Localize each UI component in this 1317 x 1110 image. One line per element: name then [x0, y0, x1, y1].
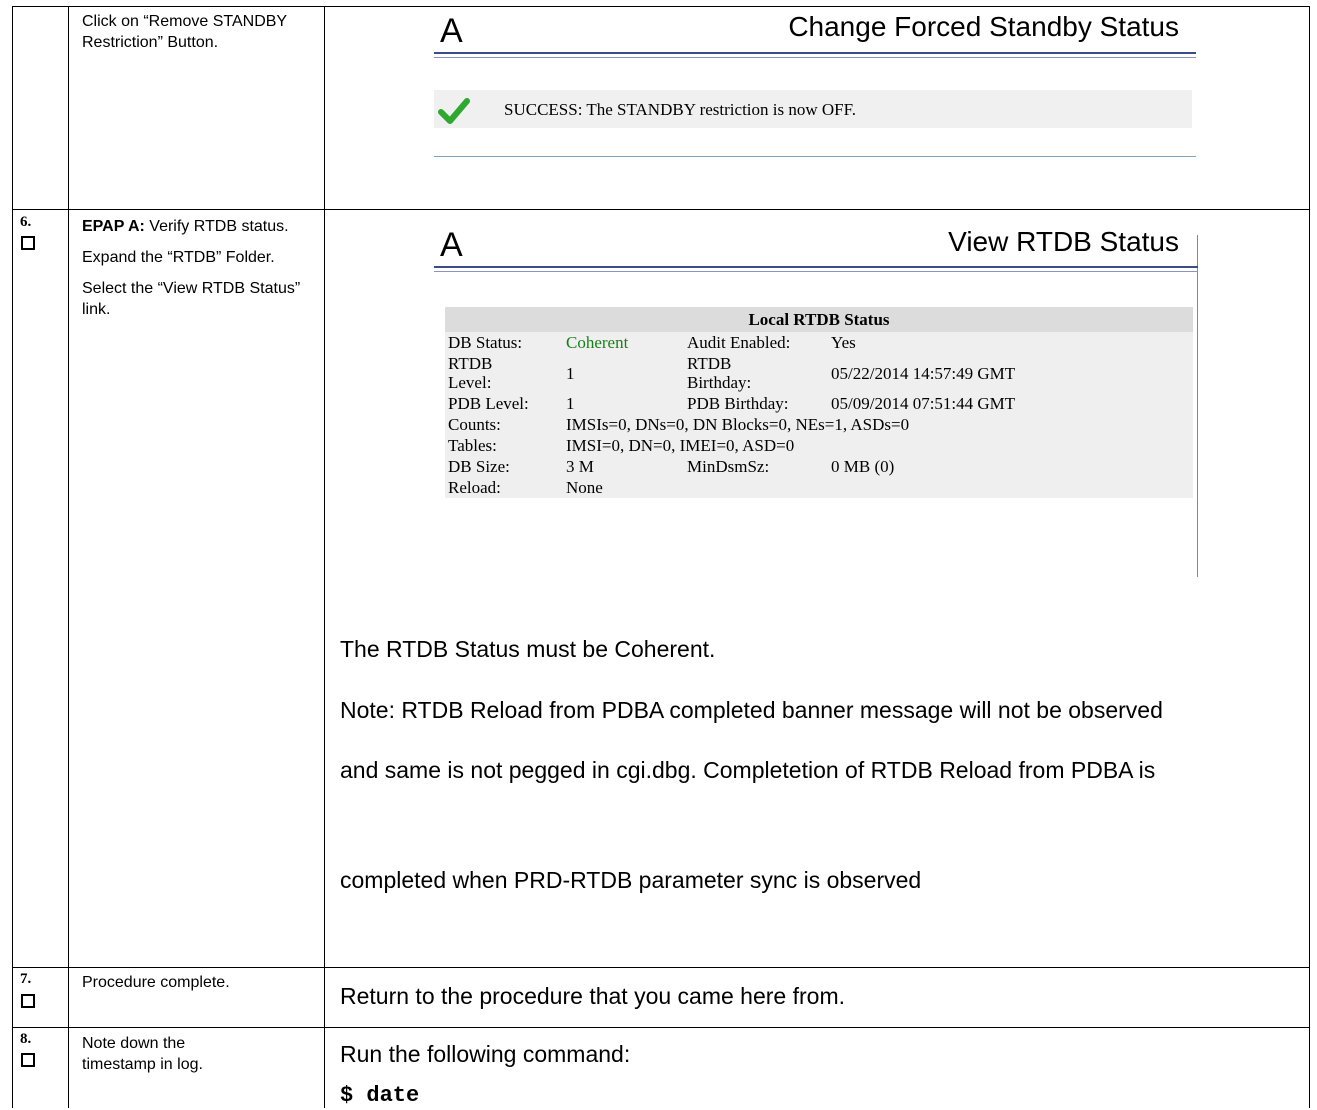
row-divider-7	[12, 967, 1309, 968]
table-title: Local RTDB Status	[445, 307, 1193, 332]
db-status-label: DB Status:	[448, 333, 523, 352]
run-command-instruction: Run the following command:	[340, 1041, 631, 1067]
screenshot-title: View RTDB Status	[948, 226, 1179, 257]
step-number: 7.	[20, 971, 32, 987]
title-right-rule	[1197, 235, 1198, 577]
table-border-top	[12, 6, 1309, 7]
table-border-right	[1309, 6, 1310, 1108]
screenshot-title: Change Forced Standby Status	[788, 11, 1179, 42]
desc-rest: Verify RTDB status.	[144, 218, 289, 235]
reload-value: None	[566, 478, 603, 497]
step-description: EPAP A: Verify RTDB status. Expand the “…	[82, 216, 312, 330]
column-divider-2	[324, 6, 325, 1108]
mindsm-label: MinDsmSz:	[687, 457, 770, 476]
desc-bold: EPAP A:	[82, 218, 145, 235]
note-line-2: and same is not pegged in cgi.dbg. Compl…	[340, 757, 1156, 783]
reload-label: Reload:	[448, 478, 501, 497]
rtdb-birthday-label-1: RTDB	[687, 354, 732, 373]
step-checkbox[interactable]	[21, 994, 35, 1008]
pdb-birthday-label: PDB Birthday:	[687, 394, 789, 413]
return-instruction: Return to the procedure that you came he…	[340, 983, 845, 1009]
desc-p2: Expand the “RTDB” Folder.	[82, 249, 275, 266]
title-underline	[434, 52, 1196, 54]
title-underline-thin	[434, 271, 1198, 272]
step-checkbox[interactable]	[21, 236, 35, 250]
page-letter: A	[440, 12, 463, 50]
step-number: 6.	[20, 214, 32, 230]
note-line-1: Note: RTDB Reload from PDBA completed ba…	[340, 697, 1163, 723]
rtdb-birthday-value: 05/22/2014 14:57:49 GMT	[831, 363, 1016, 383]
command-text: $ date	[340, 1083, 420, 1108]
check-icon	[438, 96, 470, 131]
table-border-left	[12, 6, 13, 1108]
column-divider-1	[68, 6, 69, 1108]
pdb-level-value: 1	[566, 394, 575, 413]
rtdb-level-value: 1	[566, 363, 575, 383]
tables-label: Tables:	[448, 436, 497, 455]
counts-label: Counts:	[448, 415, 501, 434]
page-letter: A	[440, 226, 463, 264]
step-checkbox[interactable]	[21, 1053, 35, 1067]
local-rtdb-status-table: Local RTDB Status DB Status: Coherent Au…	[445, 307, 1193, 498]
counts-value: IMSIs=0, DNs=0, DN Blocks=0, NEs=1, ASDs…	[566, 415, 910, 434]
tables-value: IMSI=0, DN=0, IMEI=0, ASD=0	[566, 436, 795, 455]
rtdb-birthday-label-2: Birthday:	[687, 373, 752, 392]
step-description: Note down the timestamp in log.	[82, 1035, 203, 1073]
coherent-requirement: The RTDB Status must be Coherent.	[340, 636, 716, 662]
rtdb-level-label-2: Level:	[448, 373, 492, 392]
audit-value: Yes	[831, 333, 856, 352]
desc-p3: Select the “View RTDB Status” link.	[82, 280, 301, 318]
db-size-label: DB Size:	[448, 457, 510, 476]
step-description: Procedure complete.	[82, 974, 230, 991]
note-line-3: completed when PRD-RTDB parameter sync i…	[340, 867, 922, 893]
db-size-value: 3 M	[566, 457, 594, 476]
row-divider-8	[12, 1027, 1309, 1028]
success-message: SUCCESS: The STANDBY restriction is now …	[504, 100, 856, 119]
mindsm-value: 0 MB (0)	[831, 457, 895, 476]
message-bottom-rule	[434, 156, 1196, 157]
pdb-birthday-value: 05/09/2014 07:51:44 GMT	[831, 394, 1016, 413]
row-divider-6	[12, 209, 1309, 210]
pdb-level-label: PDB Level:	[448, 394, 529, 413]
title-underline	[434, 266, 1198, 268]
step-number: 8.	[20, 1031, 32, 1047]
db-status-value: Coherent	[566, 333, 629, 352]
audit-label: Audit Enabled:	[687, 333, 791, 352]
rtdb-level-label-1: RTDB	[448, 354, 493, 373]
step-description: Click on “Remove STANDBY Restriction” Bu…	[82, 13, 287, 51]
title-underline-thin	[434, 57, 1196, 58]
